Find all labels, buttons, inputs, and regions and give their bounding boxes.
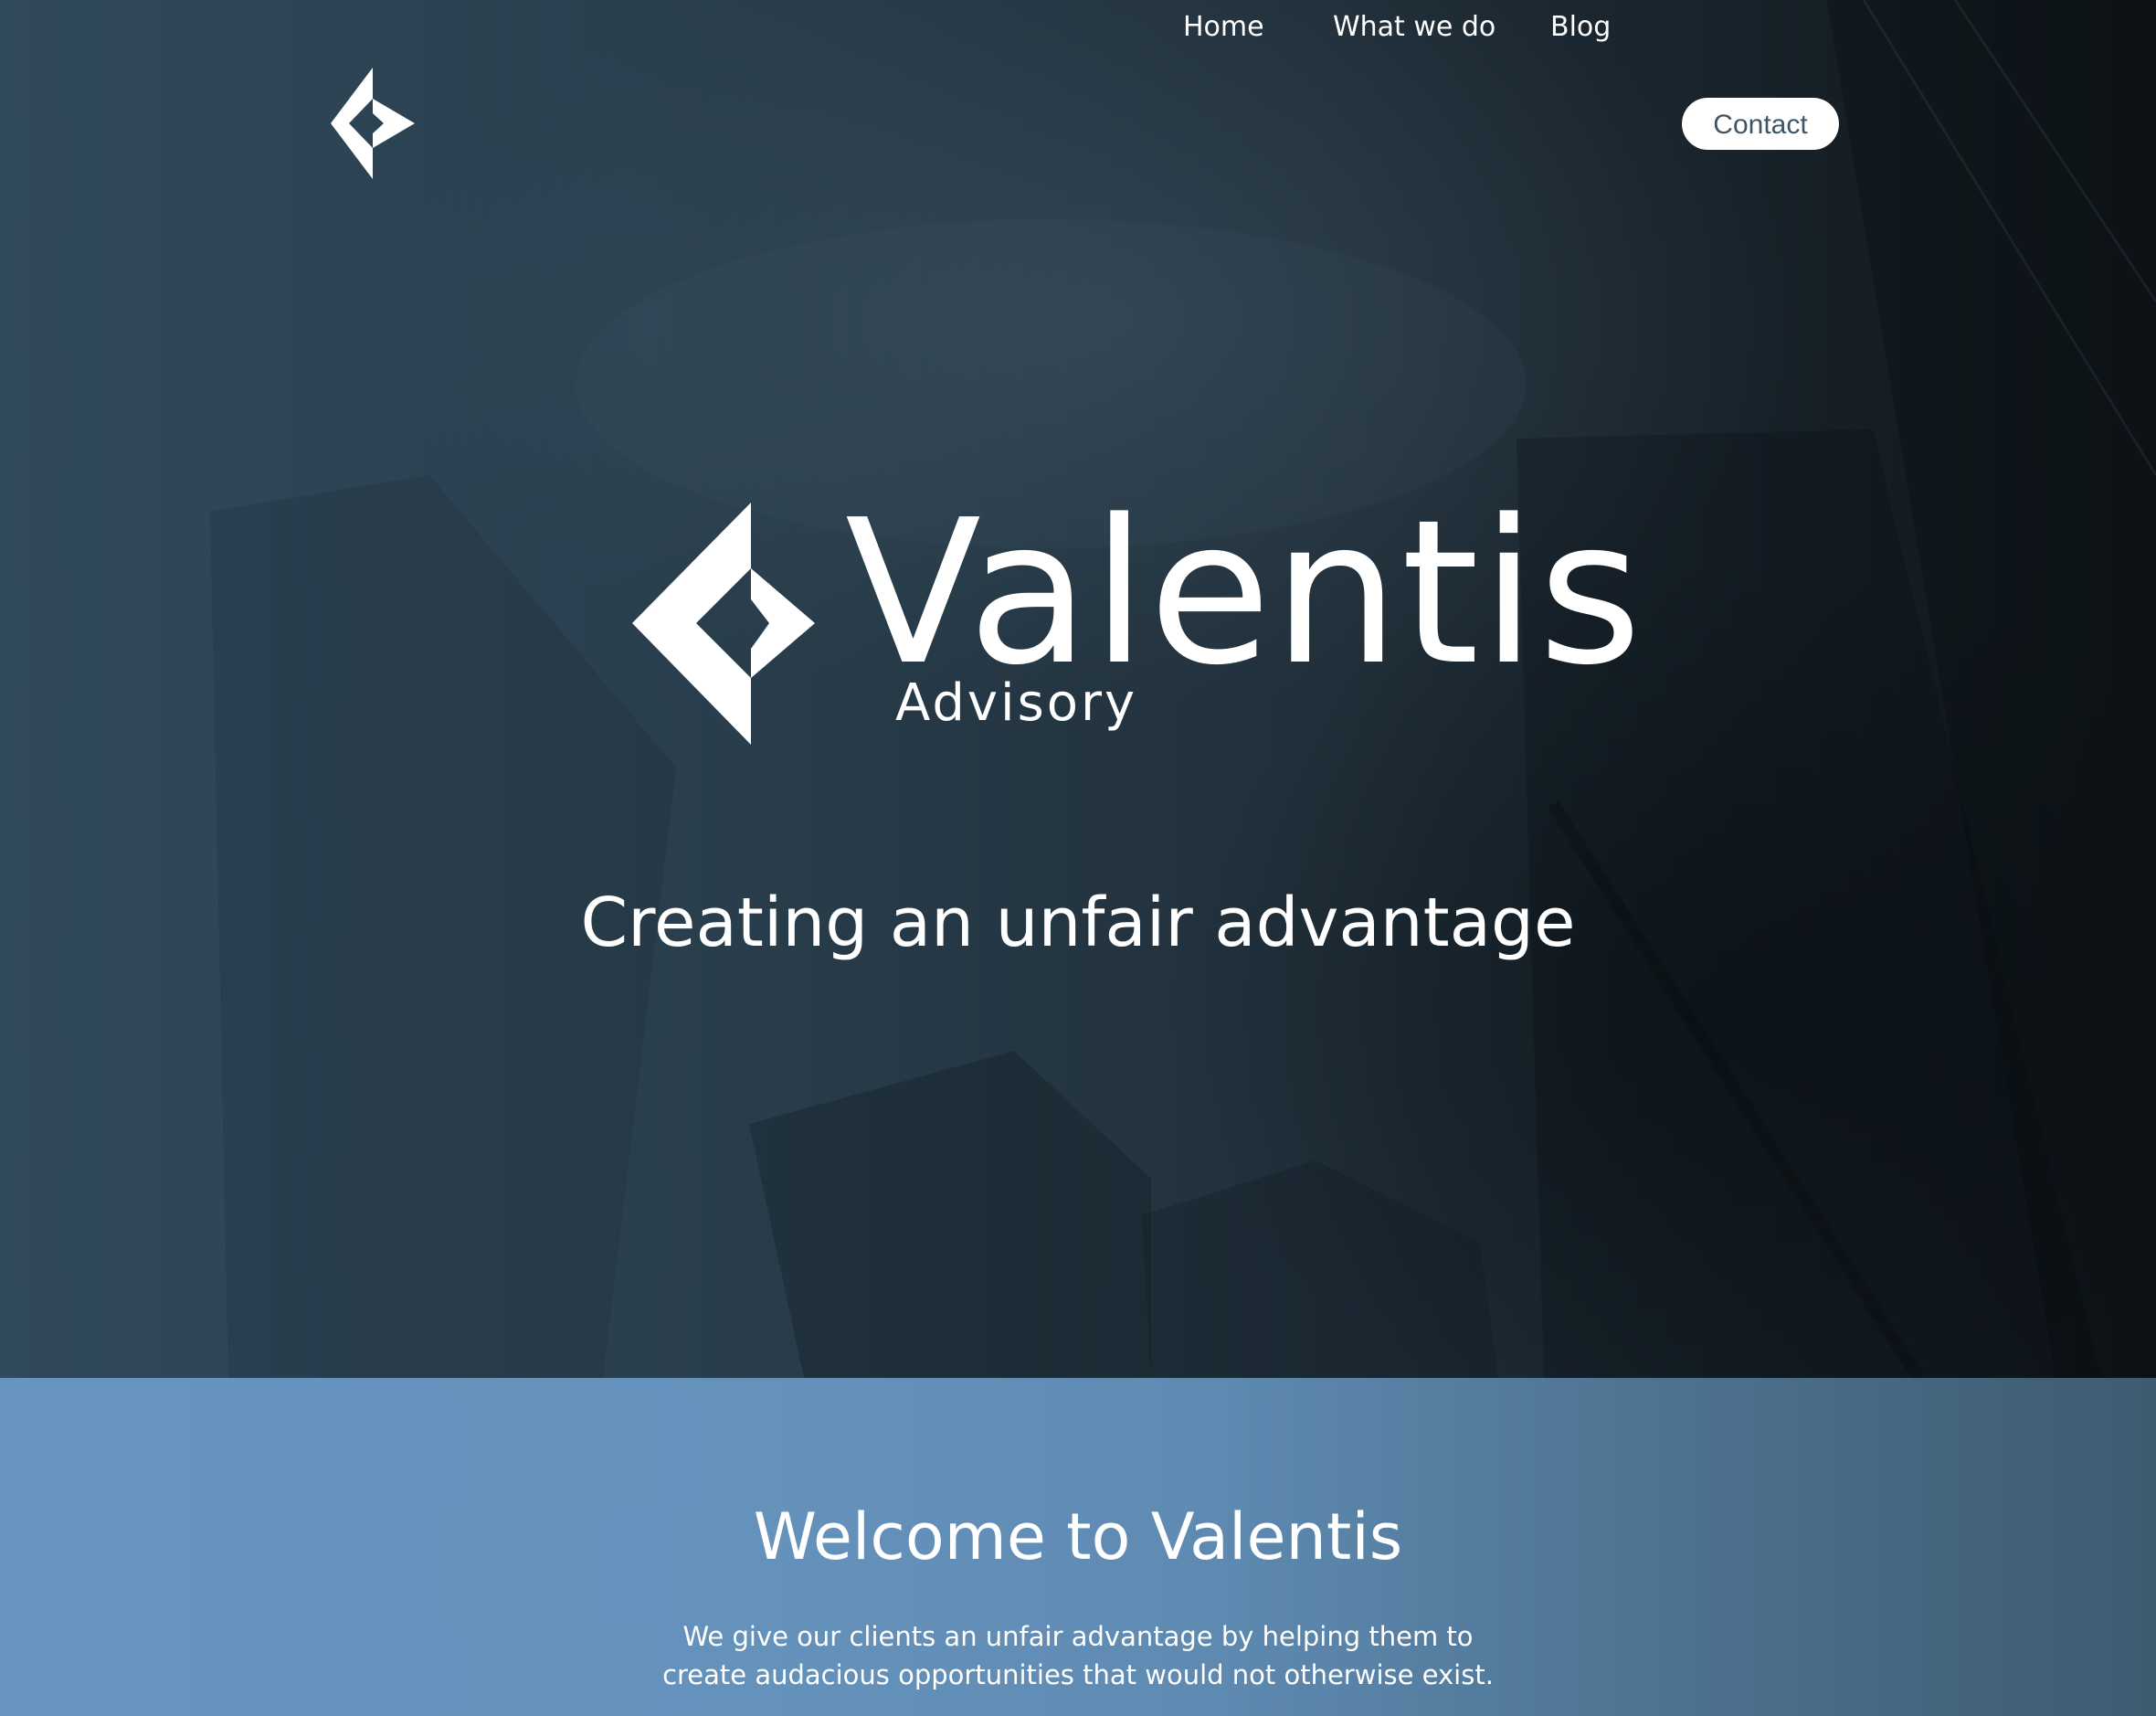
welcome-text-line: We give our clients an unfair advantage … bbox=[682, 1621, 1474, 1652]
contact-button[interactable]: Contact bbox=[1682, 98, 1839, 150]
brand-logo-icon bbox=[632, 503, 815, 745]
nav-blog-link[interactable]: Blog bbox=[1550, 0, 1611, 55]
welcome-section: Welcome to Valentis We give our clients … bbox=[0, 1378, 2156, 1716]
nav-logo-icon[interactable] bbox=[331, 68, 415, 179]
welcome-text-line: create audacious opportunities that woul… bbox=[662, 1659, 1494, 1690]
hero-section: Home What we do Blog Contact Valentis Ad… bbox=[0, 0, 2156, 1378]
nav-home-link[interactable]: Home bbox=[1183, 0, 1264, 55]
brand-subtitle: Advisory bbox=[895, 673, 1138, 733]
brand-name: Valentis bbox=[845, 478, 1644, 709]
welcome-title: Welcome to Valentis bbox=[753, 1499, 1403, 1574]
nav-what-we-do-link[interactable]: What we do bbox=[1333, 0, 1495, 55]
welcome-description: We give our clients an unfair advantage … bbox=[0, 1617, 2156, 1694]
hero-tagline: Creating an unfair advantage bbox=[580, 884, 1576, 962]
